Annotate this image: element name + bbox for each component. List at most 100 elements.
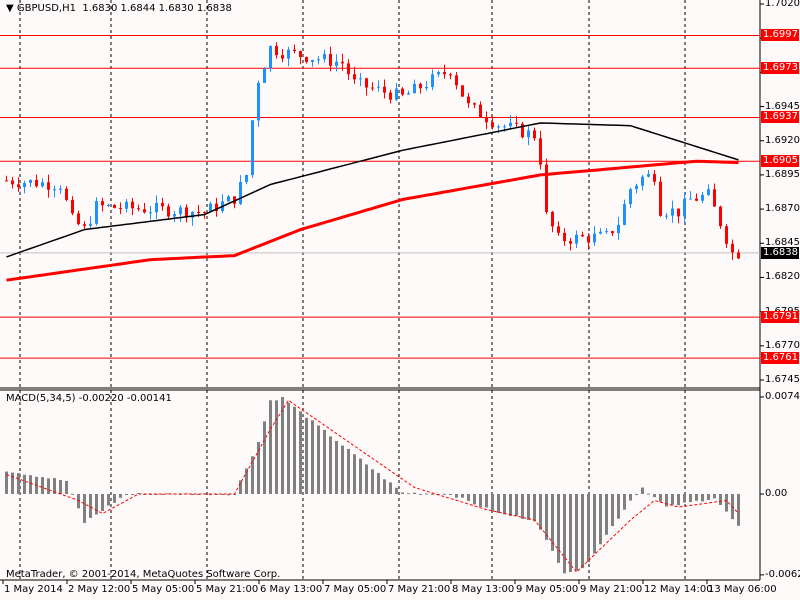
macd-histogram-bar (107, 494, 110, 506)
macd-histogram-bar (557, 494, 560, 563)
macd-histogram-bar (593, 494, 596, 554)
bullish-candle (323, 53, 326, 60)
macd-histogram-bar (305, 417, 308, 494)
bullish-candle (59, 188, 62, 190)
bearish-candle (581, 234, 584, 237)
macd-histogram-bar (713, 494, 716, 499)
macd-title: MACD(5,34,5) -0.00220 -0.00141 (6, 393, 172, 404)
bearish-candle (17, 184, 20, 188)
macd-histogram-bar (581, 494, 584, 569)
bearish-candle (143, 209, 146, 213)
bullish-candle (155, 202, 158, 213)
bearish-candle (659, 181, 662, 216)
macd-histogram-bar (353, 454, 356, 494)
bullish-candle (107, 204, 110, 206)
level-price-tag: 1.6997 (761, 29, 799, 42)
macd-histogram-bar (641, 487, 644, 494)
macd-histogram-bar (719, 494, 722, 506)
macd-histogram-bar (695, 494, 698, 501)
macd-histogram-bar (725, 494, 728, 512)
macd-histogram-bar (407, 493, 410, 495)
bullish-candle (335, 61, 338, 66)
macd-histogram-bar (737, 494, 740, 526)
bullish-candle (23, 182, 26, 188)
bullish-candle (665, 215, 668, 217)
macd-histogram-bar (461, 494, 464, 498)
macd-histogram-bar (599, 494, 602, 545)
price-chart[interactable] (0, 0, 800, 600)
macd-histogram-bar (101, 494, 104, 511)
macd-histogram-bar (431, 493, 434, 495)
price-tick-label: 1.6920 (765, 134, 800, 146)
bullish-candle (617, 224, 620, 234)
macd-histogram-bar (131, 494, 134, 495)
bullish-candle (311, 60, 314, 62)
macd-histogram-bar (455, 494, 458, 498)
price-tick-label: 1.7020 (765, 0, 800, 9)
bearish-candle (713, 189, 716, 207)
bearish-candle (167, 206, 170, 217)
bearish-candle (281, 55, 284, 59)
bullish-candle (227, 196, 230, 202)
bullish-candle (257, 82, 260, 121)
bullish-candle (263, 68, 266, 83)
macd-histogram-bar (275, 400, 278, 494)
macd-histogram-bar (587, 494, 590, 563)
bearish-candle (737, 252, 740, 259)
macd-histogram-bar (659, 494, 662, 502)
bearish-candle (551, 211, 554, 227)
macd-histogram-bar (653, 494, 656, 498)
triangle-down-icon[interactable]: ▼ (6, 3, 14, 14)
macd-histogram-bar (29, 475, 32, 494)
bullish-candle (425, 86, 428, 89)
bullish-candle (41, 182, 44, 187)
bearish-candle (365, 78, 368, 88)
bearish-candle (725, 226, 728, 244)
time-label: 9 May 05:00 (516, 584, 579, 595)
macd-histogram-bar (629, 494, 632, 501)
bullish-candle (527, 130, 530, 138)
bearish-candle (419, 83, 422, 89)
macd-histogram-bar (527, 494, 530, 520)
bearish-candle (47, 182, 50, 190)
macd-histogram-bar (287, 402, 290, 494)
level-price-tag: 1.6973 (761, 62, 799, 75)
bullish-candle (605, 231, 608, 233)
bearish-candle (653, 174, 656, 182)
time-label: 6 May 13:00 (260, 584, 323, 595)
macd-histogram-bar (473, 494, 476, 505)
bearish-candle (563, 232, 566, 242)
bullish-candle (497, 126, 500, 128)
macd-histogram-bar (485, 494, 488, 508)
bullish-candle (149, 212, 152, 214)
bearish-candle (197, 212, 200, 214)
bullish-candle (239, 182, 242, 204)
bearish-candle (353, 74, 356, 80)
current-price-tag: 1.6838 (761, 246, 799, 259)
bullish-candle (95, 201, 98, 224)
macd-histogram-bar (11, 472, 14, 494)
level-price-tag: 1.6937 (761, 111, 799, 124)
macd-histogram-bar (497, 494, 500, 513)
macd-scale-label: 0.00 (765, 488, 788, 499)
bearish-candle (611, 231, 614, 234)
macd-scale-label: 0.00746 (765, 391, 800, 402)
macd-histogram-bar (335, 441, 338, 494)
bearish-candle (455, 75, 458, 86)
macd-histogram-bar (563, 494, 566, 574)
macd-histogram-bar (503, 494, 506, 515)
bearish-candle (467, 96, 470, 104)
bullish-candle (437, 71, 440, 75)
macd-histogram-bar (125, 494, 128, 495)
bearish-candle (113, 204, 116, 208)
bullish-candle (179, 207, 182, 215)
bearish-candle (35, 180, 38, 187)
moving-average-slow-line (6, 159, 739, 282)
macd-histogram-bar (575, 494, 578, 571)
time-label: 5 May 05:00 (132, 584, 195, 595)
macd-histogram-bar (665, 494, 668, 507)
macd-histogram-bar (671, 494, 674, 505)
macd-histogram-bar (611, 494, 614, 527)
bullish-candle (689, 198, 692, 200)
price-tick-label: 1.6945 (765, 100, 800, 112)
